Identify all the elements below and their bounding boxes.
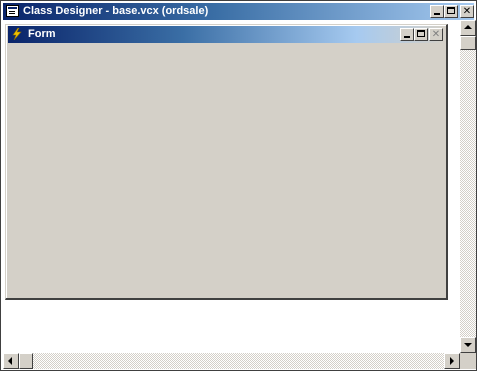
form-title: Form — [28, 28, 56, 40]
form-titlebar[interactable]: Form ✕ — [8, 26, 444, 43]
maximize-icon — [417, 30, 425, 37]
horizontal-scroll-thumb[interactable] — [19, 353, 33, 369]
outer-close-button[interactable]: ✕ — [460, 5, 474, 18]
form-maximize-button[interactable] — [414, 28, 428, 41]
close-icon: ✕ — [431, 29, 441, 40]
scroll-left-button[interactable] — [3, 353, 19, 369]
form-window[interactable]: Form ✕ — [5, 24, 448, 300]
arrow-down-icon — [464, 343, 472, 347]
arrow-right-icon — [450, 357, 454, 365]
minimize-icon — [404, 36, 410, 38]
form-close-button: ✕ — [429, 28, 443, 41]
outer-minimize-button[interactable] — [430, 5, 444, 18]
arrow-left-icon — [8, 357, 12, 365]
class-designer-icon[interactable] — [6, 5, 19, 17]
close-icon: ✕ — [462, 6, 472, 17]
horizontal-scrollbar[interactable] — [3, 353, 460, 369]
form-design-surface[interactable] — [8, 44, 444, 296]
scroll-up-button[interactable] — [460, 20, 476, 36]
maximize-icon — [447, 7, 455, 14]
vertical-scrollbar[interactable] — [460, 20, 476, 353]
scroll-right-button[interactable] — [444, 353, 460, 369]
scroll-down-button[interactable] — [460, 337, 476, 353]
form-minimize-button[interactable] — [400, 28, 414, 41]
outer-maximize-button[interactable] — [444, 5, 458, 18]
vertical-scroll-thumb[interactable] — [460, 36, 476, 50]
class-designer-window: Class Designer - base.vcx (ordsale) ✕ Fo… — [0, 0, 477, 371]
size-grip[interactable] — [460, 353, 476, 369]
minimize-icon — [434, 13, 440, 15]
arrow-up-icon — [464, 25, 472, 29]
class-designer-title: Class Designer - base.vcx (ordsale) — [23, 5, 209, 17]
form-lightning-icon — [12, 28, 22, 40]
class-designer-titlebar[interactable]: Class Designer - base.vcx (ordsale) ✕ — [3, 3, 474, 20]
